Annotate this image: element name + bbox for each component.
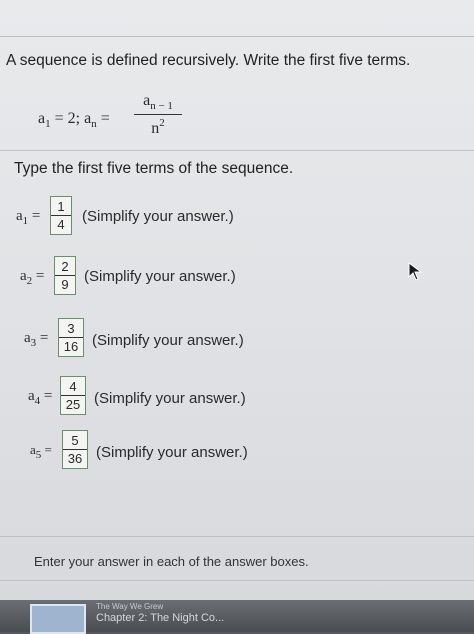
answer-a4-numerator: 4: [69, 379, 77, 394]
answer-a5-denominator: 36: [63, 449, 87, 468]
question-panel: A sequence is defined recursively. Write…: [0, 0, 474, 600]
question-intro: A sequence is defined recursively. Write…: [6, 52, 411, 69]
footer-instruction: Enter your answer in each of the answer …: [34, 554, 309, 569]
footer-divider: [0, 536, 474, 537]
definition-numerator: an − 1: [143, 92, 173, 112]
instruction-prompt: Type the first five terms of the sequenc…: [14, 160, 294, 177]
taskbar-item-top-text: The Way We Grew: [96, 602, 164, 611]
answer-a3-numerator: 3: [67, 321, 75, 336]
answer-a2-denominator: 9: [55, 275, 75, 294]
answer-label-a3: a3 =: [24, 330, 49, 349]
answer-label-a4: a4 =: [28, 388, 53, 407]
answer-box-a5[interactable]: 5 36: [62, 430, 88, 469]
definition-fraction: an − 1 n2: [134, 92, 182, 138]
answer-a2-numerator: 2: [61, 259, 69, 274]
answer-hint-a2: (Simplify your answer.): [84, 268, 236, 285]
answer-hint-a4: (Simplify your answer.): [94, 390, 246, 407]
answer-a4-denominator: 25: [61, 395, 85, 414]
definition-a1: a1 = 2; an =: [38, 110, 110, 130]
mouse-pointer-icon: [408, 262, 423, 281]
answer-label-a5: a5 =: [30, 442, 52, 461]
answer-box-a3[interactable]: 3 16: [58, 318, 84, 357]
taskbar-app-icon[interactable]: [30, 604, 86, 634]
answer-hint-a1: (Simplify your answer.): [82, 208, 234, 225]
answer-a1-denominator: 4: [51, 215, 71, 234]
answer-box-a2[interactable]: 2 9: [54, 256, 76, 295]
answer-label-a1: a1 =: [16, 208, 41, 227]
answer-a3-denominator: 16: [59, 337, 83, 356]
answer-hint-a3: (Simplify your answer.): [92, 332, 244, 349]
top-divider: [0, 36, 474, 37]
mid-divider: [0, 150, 474, 151]
taskbar: [0, 600, 474, 634]
answer-box-a1[interactable]: 1 4: [50, 196, 72, 235]
answer-label-a2: a2 =: [20, 268, 45, 287]
answer-a5-numerator: 5: [71, 433, 79, 448]
taskbar-item-label[interactable]: Chapter 2: The Night Co...: [96, 612, 224, 624]
answer-hint-a5: (Simplify your answer.): [96, 444, 248, 461]
answer-a1-numerator: 1: [57, 199, 65, 214]
bottom-divider: [0, 580, 474, 581]
answer-box-a4[interactable]: 4 25: [60, 376, 86, 415]
definition-denominator: n2: [151, 117, 165, 137]
